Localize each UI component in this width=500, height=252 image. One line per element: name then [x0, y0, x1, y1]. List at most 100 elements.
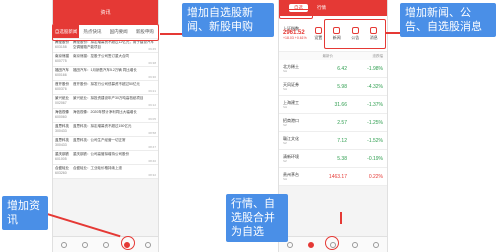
stock-change: -1.37% — [367, 101, 383, 108]
tab-market[interactable]: 行情 — [312, 4, 331, 12]
news-stock-code: 300433 — [55, 142, 67, 147]
stock-market-tag: SH — [283, 68, 288, 73]
news-item[interactable]: 景兴纸业 002067 景兴纸业：拟投资建设年产30万吨高档纸项目 09:12 — [53, 95, 158, 109]
stock-price: 6.42 — [337, 65, 347, 72]
callout-add-news: 增加自选股新闻、新股申购 — [182, 3, 274, 37]
stock-row[interactable]: 北方稀土 SH 6.42 -1.98% — [279, 60, 387, 78]
nav-profile-icon[interactable] — [373, 241, 380, 248]
stock-market-tag: SH — [283, 86, 288, 91]
news-stock-tag: 福田汽车 600166 — [55, 68, 73, 79]
news-time: 09:05 — [148, 116, 156, 121]
news-stock-code: 600166 — [55, 72, 67, 77]
news-headline: 蓝思科技：公司生产经营一切正常 08:47 — [73, 138, 156, 149]
news-stock-code: 600775 — [55, 58, 67, 63]
connector-line — [340, 212, 342, 224]
stock-market-tag: SZ — [283, 122, 287, 127]
news-stock-code: 603260 — [55, 170, 67, 175]
stock-name-cell: 招商港口 SZ — [283, 118, 317, 128]
news-stock-code: 601005 — [55, 156, 67, 161]
nav-market-icon[interactable] — [81, 241, 88, 248]
news-stock-tag: 海信视像 600060 — [55, 110, 73, 121]
stock-market-tag: SH — [283, 104, 288, 109]
stock-row[interactable]: 招商港口 SZ 2.57 -1.25% — [279, 114, 387, 132]
news-stock-code: 600376 — [55, 86, 67, 91]
news-item[interactable]: 蓝思科技 300433 蓝思科技：公司生产经营一切正常 08:47 — [53, 137, 158, 151]
stock-list-header: 最新价 涨跌幅 — [279, 52, 387, 60]
stock-name-cell: 上海建工 SH — [283, 100, 317, 110]
news-stock-tag: 蓝思科技 300433 — [55, 138, 73, 149]
stock-name-cell: 清新环境 SZ — [283, 154, 317, 164]
stock-name-cell: 天风证券 SH — [283, 82, 317, 92]
callout-merge-watchlist: 行情、自选股合并为自选 — [226, 194, 288, 242]
news-item[interactable]: 合盛硅业 603260 合盛硅业：工业硅价格持续上涨 08:32 — [53, 165, 158, 179]
news-stock-code: 603158 — [55, 44, 67, 49]
stock-list: 北方稀土 SH 6.42 -1.98% 天风证券 SH 5.98 -4.32% 上海建工 SH 31… — [279, 60, 387, 186]
news-headline-text: 腾龙股份：拟定增募资不超过12亿元，用于建设汽车空调管路产能项目 — [73, 40, 154, 49]
news-header: 资讯 — [53, 0, 158, 24]
news-item[interactable]: 腾龙股份 603158 腾龙股份：拟定增募资不超过12亿元，用于建设汽车空调管路产能… — [53, 39, 158, 53]
news-headline: 蓝思科技：拟定增募资不超过150亿元 08:58 — [73, 124, 156, 135]
nav-watchlist-icon[interactable] — [308, 241, 315, 248]
news-time: 09:30 — [148, 74, 156, 79]
stock-change: -1.52% — [367, 137, 383, 144]
news-headline-text: 首开股份：拟发行公司债募资不超过50亿元 — [73, 82, 140, 86]
news-headline-text: 合盛硅业：工业硅价格持续上涨 — [73, 166, 122, 170]
settings-icon — [314, 26, 322, 34]
nav-home-icon[interactable] — [60, 241, 67, 248]
stock-price: 2.57 — [337, 119, 347, 126]
index-summary[interactable]: 上证指数 2961.52 +18.03 +0.61% — [283, 26, 309, 41]
news-item[interactable]: 南京熊猫 600775 南京熊猫：控股子公司签订重大合同 09:38 — [53, 53, 158, 67]
news-headline: 合盛硅业：工业硅价格持续上涨 08:32 — [73, 166, 156, 177]
header-latest-price[interactable]: 最新价 — [323, 54, 334, 59]
nav-home-icon[interactable] — [286, 241, 293, 248]
news-stock-tag: 景兴纸业 002067 — [55, 96, 73, 107]
stock-row[interactable]: 上海建工 SH 31.66 -1.37% — [279, 96, 387, 114]
news-headline-text: 重庆钢铁：公司高管拟增持公司股份 — [73, 152, 129, 156]
news-headline: 腾龙股份：拟定增募资不超过12亿元，用于建设汽车空调管路产能项目 09:45 — [73, 40, 156, 51]
nav-trade-icon[interactable] — [102, 241, 109, 248]
stock-change: -1.98% — [367, 65, 383, 72]
news-stock-code: 600060 — [55, 114, 67, 119]
news-stock-tag: 首开股份 600376 — [55, 82, 73, 93]
connector-line — [160, 33, 182, 35]
news-time: 09:12 — [148, 102, 156, 107]
news-headline-text: 蓝思科技：拟定增募资不超过150亿元 — [73, 124, 132, 128]
stock-price: 1463.17 — [328, 173, 347, 180]
stock-change: -4.32% — [367, 83, 383, 90]
stock-market-tag: SZ — [283, 140, 287, 145]
news-headline-text: 蓝思科技：公司生产经营一切正常 — [73, 138, 126, 142]
highlight-news-nav — [121, 236, 135, 250]
stock-row[interactable]: 天风证券 SH 5.98 -4.32% — [279, 78, 387, 96]
news-item[interactable]: 首开股份 600376 首开股份：拟发行公司债募资不超过50亿元 09:21 — [53, 81, 158, 95]
nav-profile-icon[interactable] — [144, 241, 151, 248]
news-item[interactable]: 福田汽车 600166 福田汽车：1月销售汽车5.2万辆 同比增长 09:30 — [53, 67, 158, 81]
highlight-watchlist-nav — [325, 236, 339, 250]
news-item[interactable]: 蓝思科技 300433 蓝思科技：拟定增募资不超过150亿元 08:58 — [53, 123, 158, 137]
callout-add-info: 增加资讯 — [2, 196, 48, 230]
news-time: 08:47 — [148, 144, 156, 149]
stock-row[interactable]: 贵州茅台 SH 1463.17 0.22% — [279, 168, 387, 186]
news-headline: 重庆钢铁：公司高管拟增持公司股份 08:40 — [73, 152, 156, 163]
news-headline: 福田汽车：1月销售汽车5.2万辆 同比增长 09:30 — [73, 68, 156, 79]
header-change-pct[interactable]: 涨跌幅 — [373, 54, 384, 59]
stock-change: -1.25% — [367, 119, 383, 126]
stock-name-cell: 赣江文化 SZ — [283, 136, 317, 146]
news-time: 08:32 — [148, 172, 156, 177]
nav-news-icon[interactable] — [351, 241, 358, 248]
news-item[interactable]: 重庆钢铁 601005 重庆钢铁：公司高管拟增持公司股份 08:40 — [53, 151, 158, 165]
bottom-nav — [53, 236, 158, 252]
stock-row[interactable]: 赣江文化 SZ 7.12 -1.52% — [279, 132, 387, 150]
settings-button[interactable]: 设置 — [314, 26, 323, 41]
highlight-watchlist-tab — [279, 9, 313, 19]
news-stock-tag: 腾龙股份 603158 — [55, 40, 73, 51]
connector-line — [386, 32, 400, 34]
news-item[interactable]: 海信视像 600060 海信视像：2020年预计净利同比大幅增长 09:05 — [53, 109, 158, 123]
highlight-news-tabs — [52, 24, 159, 41]
news-headline-text: 海信视像：2020年预计净利同比大幅增长 — [73, 110, 137, 114]
news-stock-code: 300433 — [55, 128, 67, 133]
stock-row[interactable]: 清新环境 SZ 5.38 -0.19% — [279, 150, 387, 168]
news-stock-tag: 重庆钢铁 601005 — [55, 152, 73, 163]
settings-label: 设置 — [314, 34, 323, 40]
news-headline: 海信视像：2020年预计净利同比大幅增长 09:05 — [73, 110, 156, 121]
stock-market-tag: SZ — [283, 158, 287, 163]
